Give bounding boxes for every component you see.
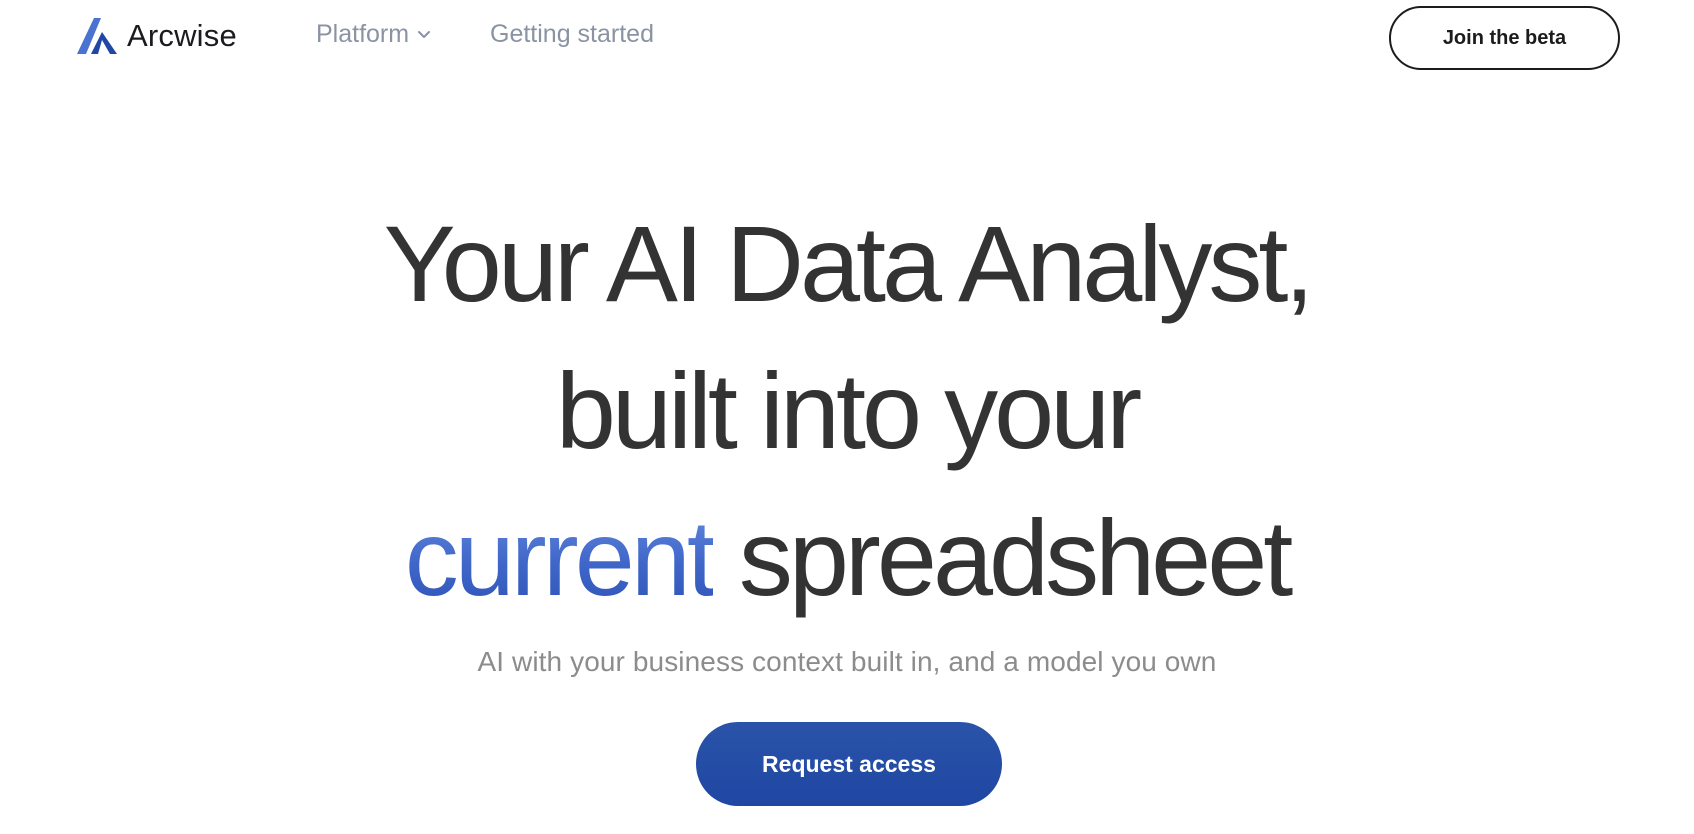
nav-getting-started-label: Getting started: [490, 20, 654, 48]
hero-title-line-2: built into your: [555, 350, 1142, 471]
nav-platform-dropdown[interactable]: Platform: [316, 20, 431, 49]
hero-title-accent-word: current: [404, 497, 717, 618]
brand-name: Arcwise: [127, 18, 237, 53]
hero-title-line-3-rest: spreadsheet: [738, 497, 1293, 618]
hero-title-line-1: Your AI Data Analyst,: [383, 203, 1315, 324]
chevron-down-icon: [418, 30, 431, 38]
arcwise-logo-icon: [77, 18, 117, 54]
hero-subtitle: AI with your business context built in, …: [477, 646, 1217, 677]
nav-getting-started-link[interactable]: Getting started: [490, 20, 654, 49]
hero-title-line-3: current spreadsheet: [0, 484, 1694, 631]
request-access-button[interactable]: Request access: [696, 722, 1002, 806]
top-navigation: Arcwise Platform Getting started Join th…: [0, 0, 1694, 80]
brand-logo-link[interactable]: Arcwise: [77, 18, 237, 54]
nav-platform-label: Platform: [316, 20, 410, 48]
landing-page: Arcwise Platform Getting started Join th…: [0, 0, 1694, 834]
hero-title: Your AI Data Analyst, built into your cu…: [0, 190, 1694, 631]
join-beta-button[interactable]: Join the beta: [1389, 6, 1620, 70]
